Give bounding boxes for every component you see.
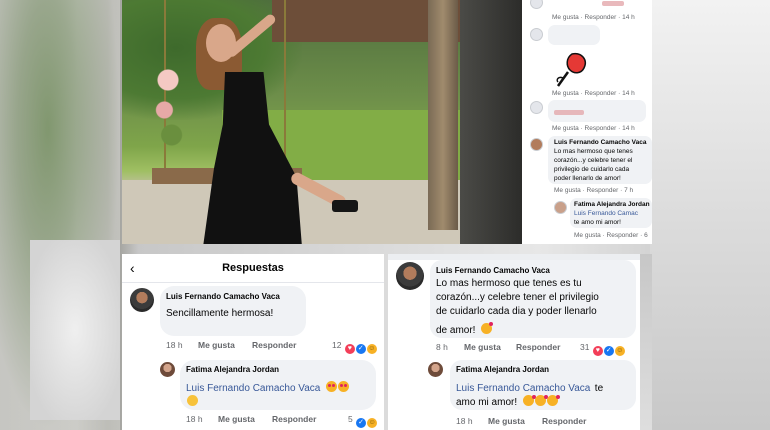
reply-text-line: amo mi amor! (456, 392, 560, 410)
comment-text-line: Lo mas hermoso que tenes es tu (436, 278, 582, 289)
comment-author[interactable]: Luis Fernando Camacho Vaca (166, 292, 280, 301)
comment-text-line: Lo mas hermoso que tenes (554, 148, 633, 155)
comment-time: 18 h (166, 340, 183, 350)
comment-text-line: privilegio de cuidarlo cada (554, 166, 630, 173)
redacted-text (602, 1, 624, 6)
comment-text-line: de amor! (436, 325, 476, 336)
photo-tree-trunk (428, 0, 458, 230)
zoomed-comment-panel: Luis Fernando Camacho Vaca Lo mas hermos… (388, 254, 640, 430)
reply-button[interactable]: Responder (272, 414, 316, 424)
reaction-count-value: 12 (332, 340, 342, 350)
redacted-text (554, 110, 584, 115)
reply-author[interactable]: Fatima Alejandra Jordan (456, 365, 549, 374)
panel-header: ‹ Respuestas (122, 254, 384, 283)
comment-meta[interactable]: Me gusta · Responder · 14 h (552, 14, 635, 21)
comment-text-line: poder llenarlo de amor! (554, 175, 621, 182)
like-reaction-icon: ✓ (356, 418, 367, 428)
heart-eyes-emoji-icon (337, 381, 349, 392)
comment-bubble (548, 25, 600, 45)
flower-garland (150, 60, 186, 160)
swing-rope-right (284, 0, 286, 170)
love-reaction-icon: ♥ (592, 346, 603, 356)
comment-text-line: corazón...y celebre tener el (554, 157, 633, 164)
comment-author[interactable]: Luis Fernando Camacho Vaca (554, 139, 646, 146)
page-title: Respuestas (222, 262, 284, 274)
comment-last-line: de amor! (436, 320, 493, 338)
avatar (530, 138, 543, 151)
avatar (530, 0, 543, 9)
smiling-hearts-emoji-icon (546, 395, 560, 406)
reply-meta[interactable]: Me gusta · Responder · 6 (574, 232, 648, 239)
avatar (530, 101, 543, 114)
avatar (554, 201, 567, 214)
photo-dark-edge (460, 0, 522, 244)
avatar[interactable] (428, 362, 443, 377)
haha-reaction-icon: ☺ (614, 346, 625, 356)
smiling-hearts-emoji-icon (534, 395, 548, 406)
reply-button[interactable]: Responder (542, 416, 586, 426)
reply-author[interactable]: Fatima Alejandra Jordan (574, 201, 650, 208)
reply-text: te (594, 383, 604, 394)
blurred-background-right (650, 0, 770, 430)
kiss-emoji-icon (480, 322, 493, 334)
comment-meta[interactable]: Me gusta · Responder · 14 h (552, 125, 635, 132)
comment-text-line: corazón...y celebre tener el privilegio (436, 292, 599, 303)
reaction-count-value: 5 (348, 414, 353, 424)
like-button[interactable]: Me gusta (488, 416, 525, 426)
comment-time: 8 h (436, 342, 448, 352)
comment-text-line: de cuidarlo cada dia y poder llenarlo (436, 306, 597, 317)
comment-meta[interactable]: Me gusta · Responder · 7 h (554, 187, 633, 194)
avatar[interactable] (160, 362, 175, 377)
reply-text-line: Luis Fernando Camacho Vaca (186, 378, 349, 396)
reply-text: te amo mi amor! (574, 219, 621, 226)
heart-eyes-emoji-icon (325, 381, 337, 392)
avatar (530, 28, 543, 41)
reply-mention[interactable]: Luis Fernando Camacho Vaca (186, 383, 320, 394)
reply-time: 18 h (456, 416, 473, 426)
avatar[interactable] (130, 288, 154, 312)
panel-right-edge (640, 254, 652, 430)
comment-thread-screenshot: Me gusta · Responder · 14 h Me gusta · R… (522, 0, 652, 244)
reaction-count[interactable]: 31 ♥ ✓ ☺ (580, 342, 625, 356)
smile-emoji-icon (187, 395, 198, 406)
like-reaction-icon: ✓ (355, 344, 366, 354)
black-sandal (332, 200, 358, 212)
reaction-count[interactable]: 5 ✓ ☺ (348, 414, 378, 428)
like-reaction-icon: ✓ (603, 346, 614, 356)
reply-text: amo mi amor! (456, 397, 518, 408)
haha-reaction-icon: ☺ (367, 418, 378, 428)
reaction-count[interactable]: 12 ♥ ✓ ☺ (332, 340, 377, 354)
avatar[interactable] (396, 262, 424, 290)
respuestas-panel: ‹ Respuestas Luis Fernando Camacho Vaca … (122, 254, 384, 430)
reply-mention[interactable]: Luis Fernando Camac (574, 209, 652, 218)
reply-emoji-line (186, 392, 198, 410)
reply-time: 18 h (186, 414, 203, 424)
blurred-background-left-lower (30, 240, 120, 420)
reply-author[interactable]: Fatima Alejandra Jordan (186, 365, 279, 374)
like-button[interactable]: Me gusta (218, 414, 255, 424)
smiling-hearts-emoji-icon (522, 395, 536, 406)
reaction-count-value: 31 (580, 342, 590, 352)
comment-meta[interactable]: Me gusta · Responder · 14 h (552, 90, 635, 97)
love-reaction-icon: ♥ (344, 344, 355, 354)
comment-author[interactable]: Luis Fernando Camacho Vaca (436, 266, 550, 275)
rose-icon (556, 52, 586, 87)
like-button[interactable]: Me gusta (464, 342, 501, 352)
reply-button[interactable]: Responder (252, 340, 296, 350)
like-button[interactable]: Me gusta (198, 340, 235, 350)
haha-reaction-icon: ☺ (366, 344, 377, 354)
comment-text: Sencillamente hermosa! (166, 308, 274, 319)
reply-button[interactable]: Responder (516, 342, 560, 352)
